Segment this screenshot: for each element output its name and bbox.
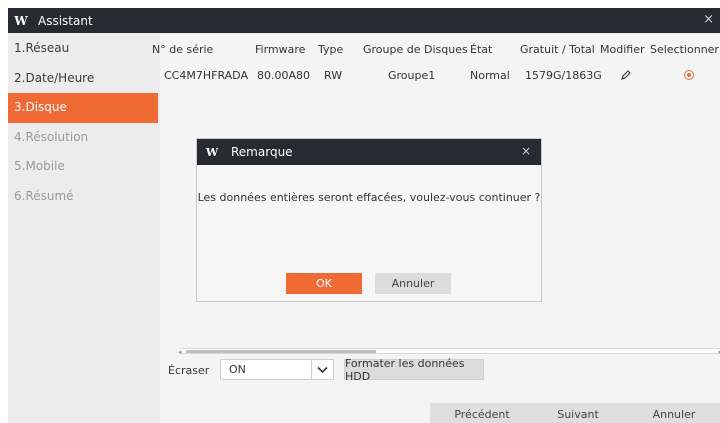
- dialog-message: Les données entières seront effacées, vo…: [197, 191, 541, 204]
- dialog-close-icon[interactable]: ×: [521, 144, 531, 158]
- dialog-cancel-button[interactable]: Annuler: [375, 273, 451, 294]
- confirm-dialog: W Remarque × Les données entières seront…: [196, 138, 542, 302]
- dialog-titlebar: W Remarque ×: [197, 139, 541, 165]
- modal-overlay: W Remarque × Les données entières seront…: [0, 0, 720, 423]
- dialog-title: Remarque: [231, 145, 293, 159]
- dialog-ok-button[interactable]: OK: [286, 273, 362, 294]
- dialog-logo: W: [205, 145, 219, 159]
